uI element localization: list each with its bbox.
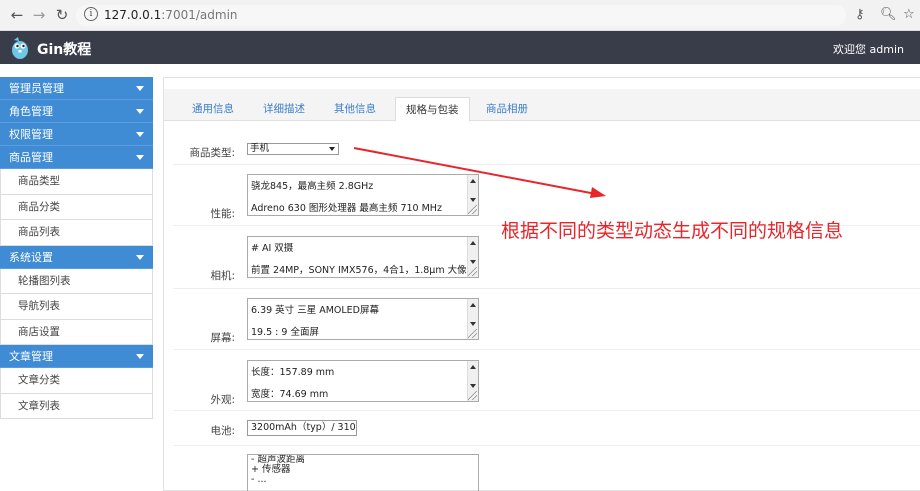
annotation-text: 根据不同的类型动态生成不同的规格信息 [501, 220, 844, 242]
annotation-arrow [353, 147, 606, 198]
